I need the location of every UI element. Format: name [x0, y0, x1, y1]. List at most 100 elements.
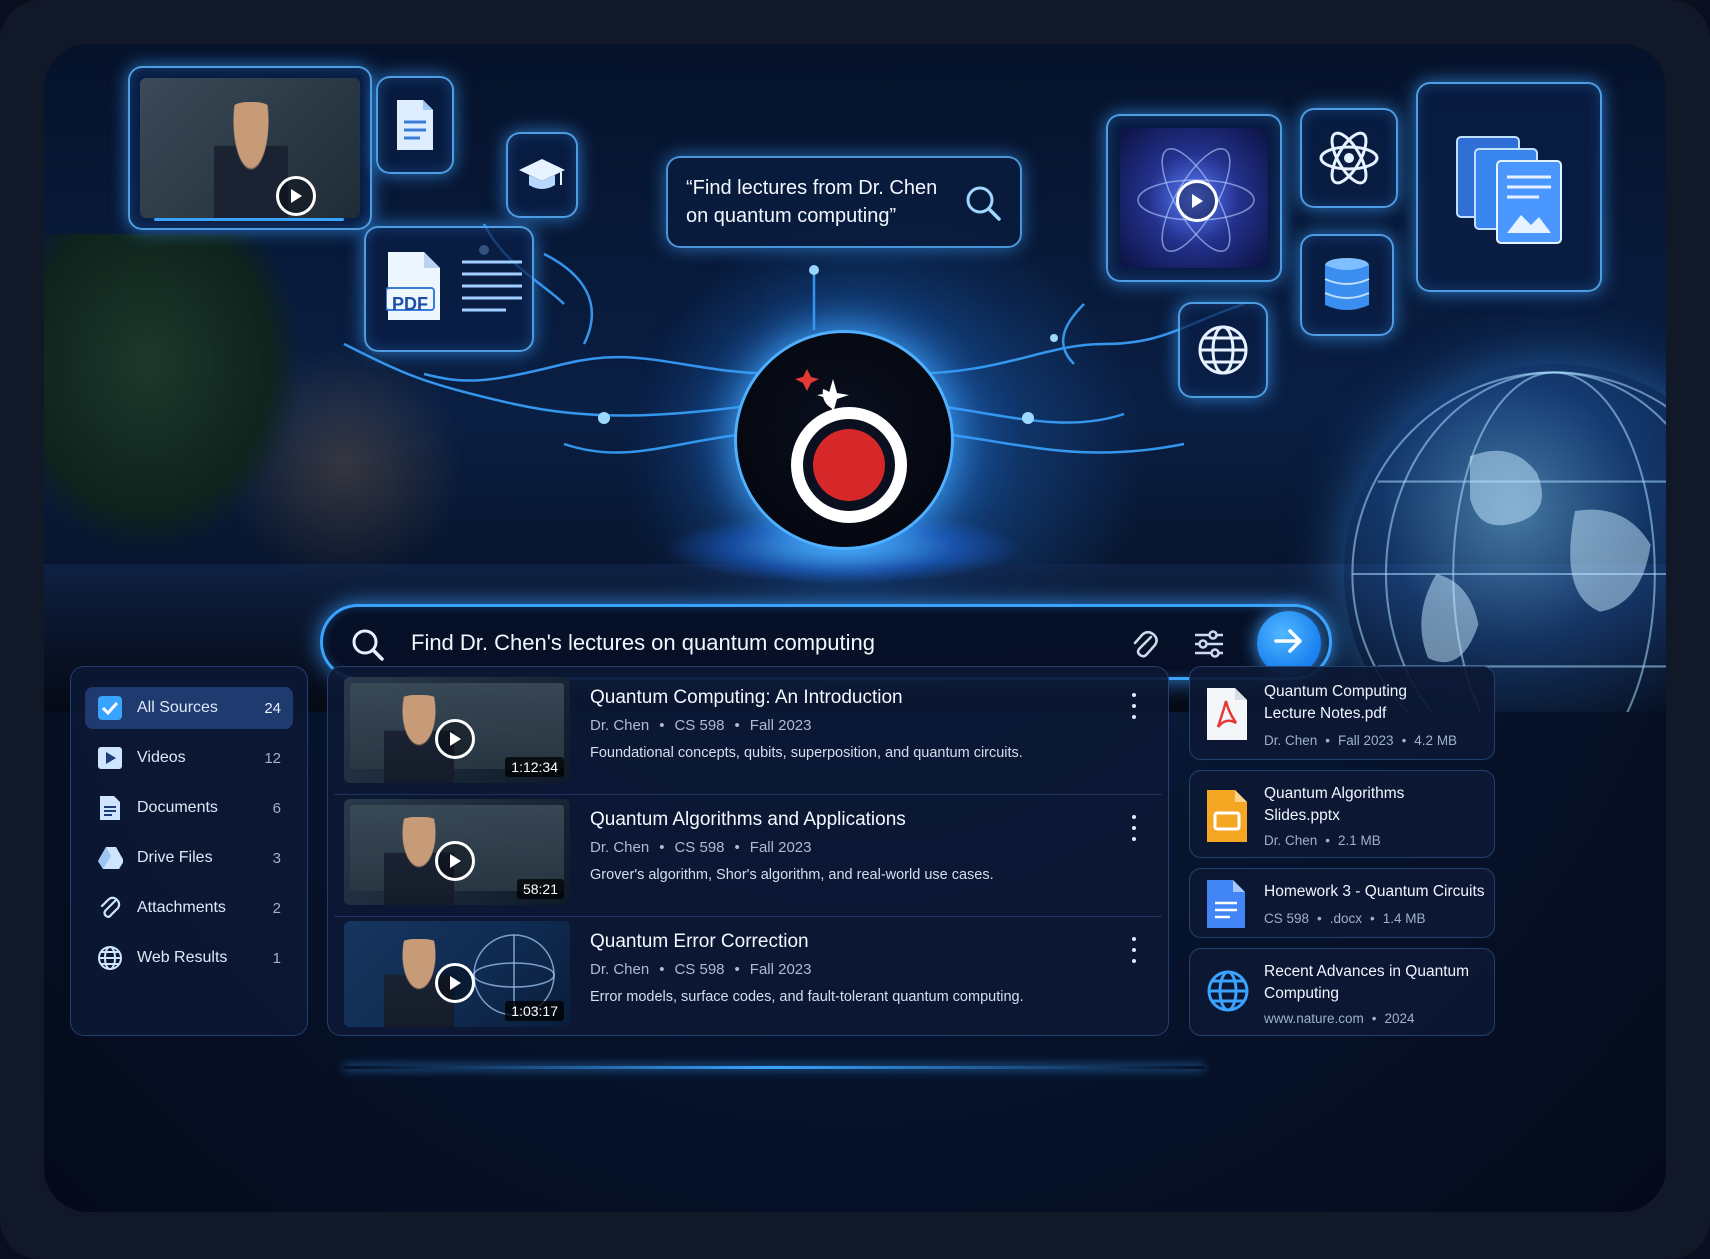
- play-icon: [1176, 180, 1218, 222]
- quantum-video-card: [1106, 114, 1282, 282]
- sidebar-item-label: Drive Files: [137, 849, 213, 866]
- file-meta-author: Dr. Chen: [1264, 733, 1318, 748]
- file-card[interactable]: Homework 3 - Quantum Circuits CS 598 • .do…: [1189, 868, 1495, 938]
- result-author: Dr. Chen: [590, 717, 650, 734]
- result-course: CS 598: [674, 839, 725, 856]
- file-title-line: Recent Advances in Quantum: [1264, 963, 1470, 980]
- result-term: Fall 2023: [749, 961, 812, 978]
- file-card[interactable]: Quantum Computing Lecture Notes.pdf Dr. C…: [1189, 666, 1495, 760]
- file-meta-term: Fall 2023: [1338, 733, 1394, 748]
- file-title-line: Computing: [1264, 985, 1339, 1002]
- result-term: Fall 2023: [749, 717, 812, 734]
- sidebar-item-attachments[interactable]: Attachments 2: [85, 887, 293, 929]
- file-title-line: Lecture Notes.pdf: [1264, 705, 1387, 722]
- files-stack-card: [1416, 82, 1602, 292]
- file-title: Homework 3 - Quantum Circuits: [1264, 883, 1485, 900]
- document-icon: [97, 795, 123, 821]
- video-duration: 58:21: [516, 879, 564, 899]
- video-duration: 1:03:17: [505, 1001, 564, 1021]
- result-meta: Dr. Chen • CS 598 • Fall 2023: [590, 961, 812, 978]
- sidebar-item-label: Web Results: [137, 949, 228, 966]
- query-bubble-text: “Find lectures from Dr. Chen on quantum …: [686, 177, 938, 227]
- check-icon: [97, 695, 123, 721]
- arrow-right-icon: [1274, 628, 1304, 659]
- sidebar-item-all-sources[interactable]: All Sources 24: [85, 687, 293, 729]
- file-meta-author: Dr. Chen: [1264, 833, 1318, 848]
- paperclip-icon[interactable]: [1131, 629, 1159, 666]
- video-thumbnail[interactable]: 58:21: [344, 799, 570, 905]
- sidebar-item-count: 24: [264, 699, 281, 717]
- sidebar-item-videos[interactable]: Videos 12: [85, 737, 293, 779]
- text-lines-icon: [462, 258, 522, 327]
- filter-sliders-icon[interactable]: [1193, 629, 1225, 664]
- result-title[interactable]: Quantum Computing: An Introduction: [590, 687, 903, 709]
- file-meta-url: www.nature.com: [1264, 1011, 1364, 1026]
- sidebar-item-drive-files[interactable]: Drive Files 3: [85, 837, 293, 879]
- database-icon: [1323, 257, 1371, 313]
- sidebar-item-documents[interactable]: Documents 6: [85, 787, 293, 829]
- atom-icon: [1317, 126, 1381, 190]
- glow-divider: [344, 1066, 1204, 1069]
- file-title: Quantum Computing Lecture Notes.pdf: [1264, 681, 1490, 725]
- globe-card: [1178, 302, 1268, 398]
- file-meta-size: 4.2 MB: [1414, 733, 1458, 748]
- video-thumbnail[interactable]: 1:03:17: [344, 921, 570, 1027]
- more-options-icon[interactable]: [1124, 693, 1144, 719]
- result-meta: Dr. Chen • CS 598 • Fall 2023: [590, 839, 812, 856]
- app-logo: [734, 330, 954, 550]
- file-meta-size: 2.1 MB: [1338, 833, 1381, 848]
- play-icon[interactable]: [435, 963, 475, 1003]
- result-author: Dr. Chen: [590, 961, 650, 978]
- result-meta: Dr. Chen • CS 598 • Fall 2023: [590, 717, 812, 734]
- file-meta: Dr. Chen • Fall 2023 • 4.2 MB: [1264, 733, 1458, 748]
- file-results-list: Quantum Computing Lecture Notes.pdf Dr. C…: [1189, 666, 1499, 1036]
- file-meta-year: 2024: [1384, 1011, 1415, 1026]
- result-item[interactable]: 1:12:34 Quantum Computing: An Introducti…: [334, 673, 1162, 795]
- result-item[interactable]: 1:03:17 Quantum Error Correction Dr. Che…: [334, 917, 1162, 1039]
- hero-illustration: PDF “Find lectures from Dr. Chen on quan…: [44, 44, 1666, 712]
- globe-icon: [1196, 323, 1250, 377]
- file-meta-course: CS 598: [1264, 911, 1310, 926]
- sidebar-item-web-results[interactable]: Web Results 1: [85, 937, 293, 979]
- sidebar-item-count: 1: [272, 949, 281, 967]
- play-icon: [97, 745, 123, 771]
- more-options-icon[interactable]: [1124, 815, 1144, 841]
- sidebar-item-label: Videos: [137, 749, 186, 766]
- video-duration: 1:12:34: [505, 757, 564, 777]
- more-options-icon[interactable]: [1124, 937, 1144, 963]
- web-result-card[interactable]: Recent Advances in Quantum Computing www.…: [1189, 948, 1495, 1036]
- file-title-line: Quantum Algorithms: [1264, 785, 1405, 802]
- file-title: Quantum Algorithms Slides.pptx: [1264, 783, 1490, 827]
- sidebar-item-count: 2: [272, 899, 281, 917]
- slides-icon: [1206, 789, 1248, 848]
- sidebar-item-count: 12: [264, 749, 281, 767]
- result-course: CS 598: [674, 717, 725, 734]
- docs-icon: [1206, 879, 1246, 934]
- atom-card: [1300, 108, 1398, 208]
- play-icon[interactable]: [435, 719, 475, 759]
- video-thumbnail[interactable]: 1:12:34: [344, 677, 570, 783]
- device-frame: PDF “Find lectures from Dr. Chen on quan…: [0, 0, 1710, 1259]
- pdf-card: PDF: [364, 226, 534, 352]
- graduation-card: [506, 132, 578, 218]
- database-card: [1300, 234, 1394, 336]
- pdf-icon: [1206, 687, 1248, 746]
- globe-icon: [97, 945, 123, 971]
- sidebar-item-label: Attachments: [137, 899, 226, 916]
- result-description: Grover's algorithm, Shor's algorithm, an…: [590, 867, 994, 883]
- source-filter-sidebar: All Sources 24 Videos 12 Documents 6 Dri…: [70, 666, 308, 1036]
- result-item[interactable]: 58:21 Quantum Algorithms and Application…: [334, 795, 1162, 917]
- search-icon[interactable]: [351, 628, 385, 667]
- document-icon: [395, 98, 435, 152]
- result-term: Fall 2023: [749, 839, 812, 856]
- result-title[interactable]: Quantum Algorithms and Applications: [590, 809, 906, 831]
- result-title[interactable]: Quantum Error Correction: [590, 931, 809, 953]
- result-author: Dr. Chen: [590, 839, 650, 856]
- search-input[interactable]: [411, 623, 1111, 663]
- globe-icon: [1206, 969, 1250, 1018]
- file-card[interactable]: Quantum Algorithms Slides.pptx Dr. Chen • 2…: [1189, 770, 1495, 858]
- play-icon[interactable]: [435, 841, 475, 881]
- file-meta: CS 598 • .docx • 1.4 MB: [1264, 911, 1426, 926]
- pdf-label: PDF: [392, 294, 428, 314]
- file-meta: Dr. Chen • 2.1 MB: [1264, 833, 1381, 848]
